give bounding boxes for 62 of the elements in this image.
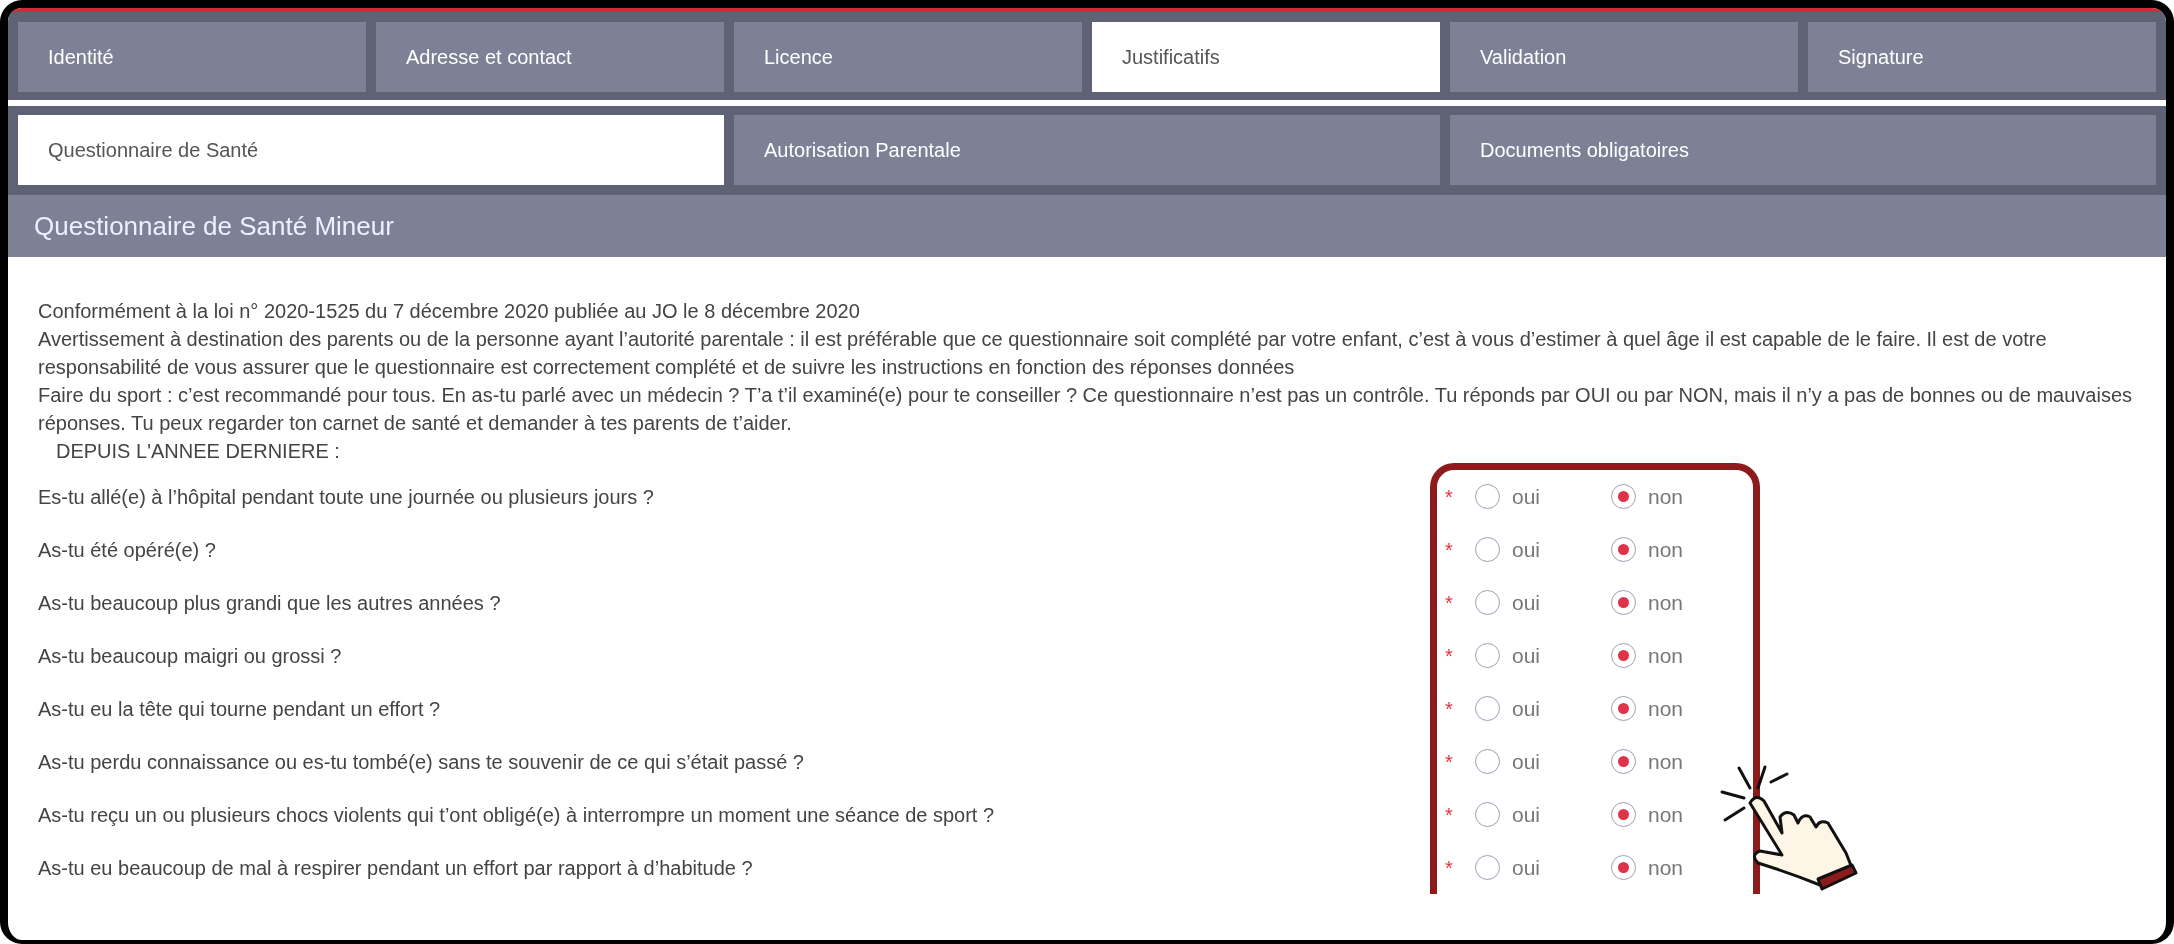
paragraph: Faire du sport : c’est recommandé pour tous. En as-tu parlé avec un médecin ? T’a t’il examiné(e) pour te conseiller ? Ce questionnaire n’est pas un contrôle. Tu réponds par OUI ou par NON, mais il n’y a pas de bonnes ou de mauvaises réponses. Tu peux regarder ton carnet de santé et demander à tes parents de t’aider.: [38, 383, 2134, 436]
tab[interactable]: Questionnaire de Santé: [18, 115, 724, 185]
required-mark: *: [1445, 749, 1454, 775]
tab[interactable]: Autorisation Parentale: [734, 115, 1440, 185]
option-label: non: [1648, 748, 1684, 775]
tab[interactable]: Justificatifs: [1092, 22, 1440, 92]
tab[interactable]: Identité: [18, 22, 366, 92]
question-text: As-tu beaucoup plus grandi que les autres années ?: [38, 591, 502, 616]
radio-option[interactable]: oui: [1475, 482, 1601, 511]
paragraph: Conformément à la loi n° 2020-1525 du 7 décembre 2020 publiée au JO le 8 décembre 2020: [38, 299, 861, 324]
option-label: oui: [1512, 748, 1541, 775]
option-label: non: [1648, 854, 1684, 881]
option-label: non: [1648, 483, 1684, 510]
radio-option[interactable]: non: [1611, 641, 1737, 670]
radio-option[interactable]: non: [1611, 800, 1737, 829]
radio-option[interactable]: oui: [1475, 588, 1601, 617]
required-mark: *: [1445, 590, 1454, 616]
option-label: oui: [1512, 536, 1541, 563]
required-mark: *: [1445, 643, 1454, 669]
option-label: oui: [1512, 483, 1541, 510]
radio-option[interactable]: non: [1611, 482, 1737, 511]
option-label: non: [1648, 536, 1684, 563]
radio-option[interactable]: non: [1611, 747, 1737, 776]
question-text: As-tu été opéré(e) ?: [38, 538, 217, 563]
question-text: As-tu reçu un ou plusieurs chocs violents qui t’ont obligé(e) à interrompre un moment une séance de sport ?: [38, 803, 996, 828]
tab[interactable]: Adresse et contact: [376, 22, 724, 92]
question-text: As-tu beaucoup maigri ou grossi ?: [38, 644, 343, 669]
option-label: oui: [1512, 589, 1541, 616]
radio-option[interactable]: oui: [1475, 694, 1601, 723]
required-mark: *: [1445, 696, 1454, 722]
option-label: oui: [1512, 801, 1541, 828]
option-label: non: [1648, 695, 1684, 722]
radio-option[interactable]: non: [1611, 853, 1737, 882]
required-mark: *: [1445, 855, 1454, 881]
tab[interactable]: Documents obligatoires: [1450, 115, 2156, 185]
question-text: As-tu eu la tête qui tourne pendant un effort ?: [38, 697, 442, 722]
required-mark: *: [1445, 484, 1454, 510]
radio-option[interactable]: oui: [1475, 853, 1601, 882]
radio-option[interactable]: oui: [1475, 535, 1601, 564]
option-label: oui: [1512, 695, 1541, 722]
option-label: non: [1648, 801, 1684, 828]
paragraph: Avertissement à destination des parents ou de la personne ayant l’autorité parentale : il est préférable que ce questionnaire soit complété par votre enfant, c’est à vous d’estimer à quel âge il est capable de le faire. Il est de votre responsabilité de vous assurer que le questionnaire est correctement complété et de suivre les instructions en fonction des réponses données: [38, 327, 2048, 380]
question-text: As-tu perdu connaissance ou es-tu tombé(e) sans te souvenir de ce qui s’était passé ?: [38, 750, 805, 775]
question-text: As-tu eu beaucoup de mal à respirer pendant un effort par rapport à d’habitude ?: [38, 856, 754, 881]
option-label: oui: [1512, 642, 1541, 669]
radio-option[interactable]: non: [1611, 588, 1737, 617]
radio-option[interactable]: oui: [1475, 641, 1601, 670]
question-text: Es-tu allé(e) à l’hôpital pendant toute une journée ou plusieurs jours ?: [38, 485, 655, 510]
radio-option[interactable]: non: [1611, 694, 1737, 723]
option-label: non: [1648, 642, 1684, 669]
radio-option[interactable]: oui: [1475, 747, 1601, 776]
section-title: Questionnaire de Santé Mineur: [8, 195, 2166, 257]
section-subheading: DEPUIS L'ANNEE DERNIERE :: [56, 439, 341, 464]
required-mark: *: [1445, 802, 1454, 828]
tab[interactable]: Licence: [734, 22, 1082, 92]
radio-option[interactable]: non: [1611, 535, 1737, 564]
option-label: non: [1648, 589, 1684, 616]
required-mark: *: [1445, 537, 1454, 563]
tab[interactable]: Signature: [1808, 22, 2156, 92]
radio-option[interactable]: oui: [1475, 800, 1601, 829]
option-label: oui: [1512, 854, 1541, 881]
tab[interactable]: Validation: [1450, 22, 1798, 92]
